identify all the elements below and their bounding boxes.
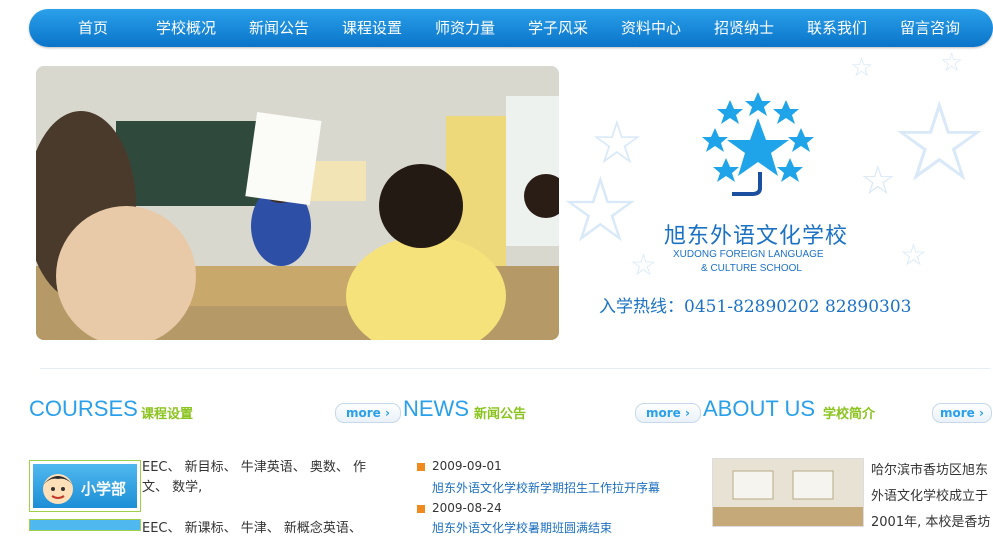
classroom-illustration [36, 66, 559, 340]
student-avatar-icon [43, 474, 73, 504]
nav-resources[interactable]: 资料中心 [611, 9, 691, 47]
news-date: 2009-08-24 [432, 501, 502, 515]
about-more-button[interactable]: more › [932, 403, 992, 423]
banner-photo [36, 66, 559, 340]
school-name-en-line1: XUDONG FOREIGN LANGUAGE [673, 249, 824, 260]
about-school-photo [712, 458, 864, 527]
news-link[interactable]: 旭东外语文化学校新学期招生工作拉开序幕 [432, 479, 660, 496]
star-icon: ☆ [560, 158, 641, 263]
nav-faculty[interactable]: 师资力量 [425, 9, 505, 47]
primary-courses-text: EEC、 新目标、 牛津英语、 奥数、 作文、 数学, [142, 460, 367, 495]
about-more-label: more [940, 406, 975, 420]
news-date: 2009-09-01 [432, 459, 502, 473]
primary-dept-badge[interactable]: 小学部 [29, 460, 141, 512]
school-logo [660, 90, 860, 214]
school-name-cn: 旭东外语文化学校 [664, 224, 849, 249]
courses-title: COURSES [29, 396, 138, 421]
courses-more-button[interactable]: more › [335, 403, 401, 423]
secondary-courses-text: EEC、 新课标、 牛津、 新概念英语、 [142, 521, 362, 536]
star-icon: ☆ [940, 48, 964, 78]
nav-message[interactable]: 留言咨询 [890, 9, 970, 47]
news-subtitle: 新闻公告 [474, 407, 527, 422]
school-name-en-line2: & CULTURE SCHOOL [701, 263, 802, 274]
main-nav: 首页 学校概况 新闻公告 课程设置 师资力量 学子风采 资料中心 招贤纳士 联系… [29, 9, 993, 47]
enrollment-hotline: 入学热线：0451-82890202 82890303 [599, 297, 912, 317]
square-bullet-icon [417, 463, 425, 471]
chevron-right-icon: › [385, 406, 390, 420]
nav-about-school[interactable]: 学校概况 [146, 9, 226, 47]
nav-students[interactable]: 学子风采 [518, 9, 598, 47]
building-photo [713, 459, 863, 526]
secondary-dept-badge[interactable] [29, 519, 141, 531]
courses-more-label: more [346, 406, 381, 420]
primary-dept-label: 小学部 [81, 480, 127, 498]
star-icon: ☆ [890, 78, 989, 206]
star-icon: ☆ [860, 158, 896, 204]
courses-subtitle: 课程设置 [141, 407, 194, 422]
nav-courses[interactable]: 课程设置 [332, 9, 412, 47]
square-bullet-icon [417, 505, 425, 513]
news-link[interactable]: 旭东外语文化学校暑期班圆满结束 [432, 519, 612, 536]
nav-news[interactable]: 新闻公告 [239, 9, 319, 47]
nav-home[interactable]: 首页 [59, 9, 127, 47]
chevron-right-icon: › [979, 406, 984, 420]
star-icon: ☆ [850, 53, 874, 83]
star-icon: ☆ [900, 238, 927, 273]
nav-careers[interactable]: 招贤纳士 [704, 9, 784, 47]
star-icon: ☆ [630, 248, 657, 283]
primary-dept-inner: 小学部 [33, 464, 137, 508]
about-intro-text: 哈尔滨市香坊区旭东外语文化学校成立于2001年, 本校是香坊 [871, 463, 991, 530]
about-subtitle: 学校简介 [823, 407, 876, 422]
news-more-button[interactable]: more › [635, 403, 701, 423]
about-title: ABOUT US [703, 396, 816, 421]
section-divider [40, 368, 990, 369]
nav-contact[interactable]: 联系我们 [797, 9, 877, 47]
news-more-label: more [646, 406, 681, 420]
news-title: NEWS [403, 396, 469, 421]
chevron-right-icon: › [685, 406, 690, 420]
star-circle-logo-icon [702, 92, 814, 196]
